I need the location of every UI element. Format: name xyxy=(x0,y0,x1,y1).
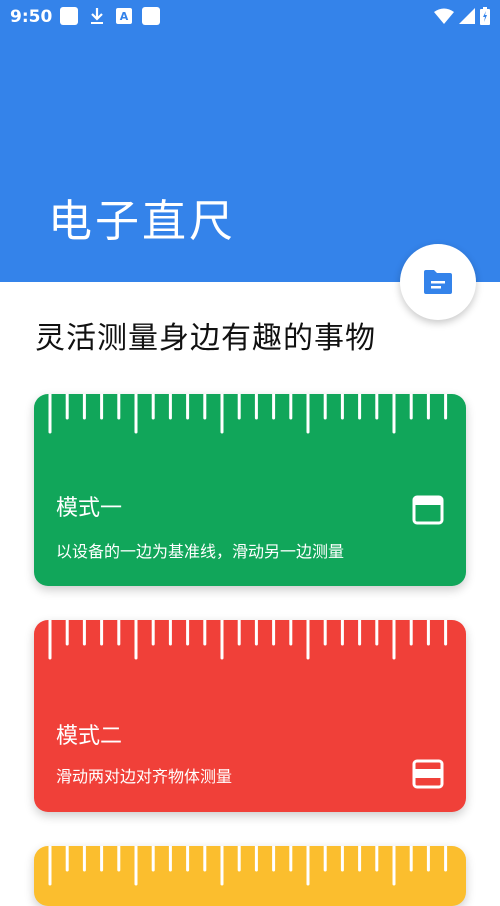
mode-two-card[interactable]: 模式二 滑动两对边对齐物体测量 xyxy=(34,620,466,812)
folder-icon xyxy=(424,270,452,294)
app-header: 9:50 A 电子直尺 xyxy=(0,0,500,282)
notification-icons: A xyxy=(60,7,160,25)
mode-one-title: 模式一 xyxy=(56,496,123,521)
ruler-ticks xyxy=(48,620,448,660)
mode-one-card[interactable]: 模式一 以设备的一边为基准线，滑动另一边测量 xyxy=(34,394,466,586)
wifi-icon xyxy=(434,8,454,24)
app-notification-icon: A xyxy=(116,8,132,24)
battery-icon xyxy=(480,7,490,25)
mode-two-description: 滑动两对边对齐物体测量 xyxy=(56,767,233,786)
notification-square-icon xyxy=(60,7,78,25)
window-top-bar-icon xyxy=(412,495,444,525)
download-icon xyxy=(88,7,106,25)
ruler-ticks xyxy=(48,394,448,434)
ruler-ticks xyxy=(48,846,448,886)
system-icons xyxy=(434,7,490,25)
mode-three-card[interactable] xyxy=(34,846,466,906)
mode-two-title: 模式二 xyxy=(56,724,123,749)
folder-button[interactable] xyxy=(400,244,476,320)
signal-icon xyxy=(459,8,475,24)
app-title: 电子直尺 xyxy=(48,196,236,247)
mode-one-description: 以设备的一边为基准线，滑动另一边测量 xyxy=(56,542,345,561)
page-subtitle: 灵活测量身边有趣的事物 xyxy=(35,321,376,356)
status-time: 9:50 xyxy=(10,7,53,27)
status-bar: 9:50 A xyxy=(0,0,500,34)
window-middle-bar-icon xyxy=(412,759,444,789)
notification-square-icon xyxy=(142,7,160,25)
